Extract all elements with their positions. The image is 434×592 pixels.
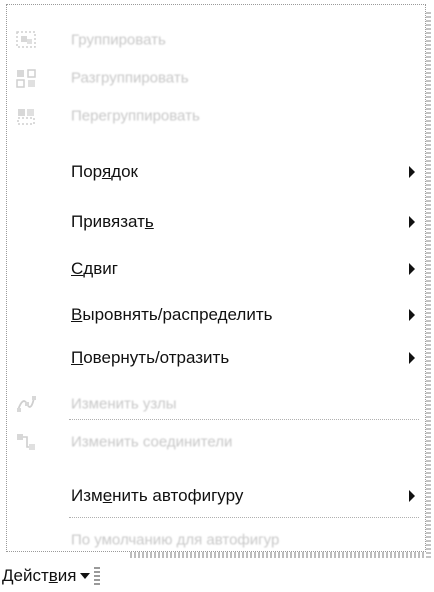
- menu-item-label: По умолчанию для автофигур: [71, 531, 280, 549]
- menu-item-reroute-connectors: Изменить соединители: [7, 423, 425, 461]
- submenu-arrow-icon: [409, 490, 415, 502]
- menu-item-group: Группировать: [7, 21, 425, 59]
- menu-item-label: Группировать: [71, 31, 166, 49]
- access-key: ь: [144, 212, 154, 231]
- label-part: нить автофигуру: [112, 486, 244, 505]
- menu-item-label: Перегруппировать: [71, 107, 200, 125]
- menu-item-label: Выровнять/распределить: [71, 305, 272, 325]
- menu-separator: [69, 517, 419, 518]
- actions-menu: Группировать Разгруппировать Перегруппир…: [6, 4, 426, 552]
- access-key: е: [102, 486, 113, 505]
- actions-button-label: Действия: [2, 566, 76, 586]
- menu-item-edit-points: Изменить узлы: [7, 385, 425, 423]
- submenu-arrow-icon: [409, 352, 415, 364]
- menu-item-label: Порядок: [71, 162, 138, 182]
- group-icon: [15, 29, 37, 51]
- menu-item-change-autoshape[interactable]: Изменить автофигуру: [7, 477, 425, 515]
- menu-item-label: Изменить соединители: [71, 433, 233, 451]
- toolbar-grip-icon[interactable]: [94, 567, 101, 585]
- dropdown-arrow-icon: [80, 573, 91, 579]
- menu-item-regroup: Перегруппировать: [7, 97, 425, 135]
- menu-item-label: Изменить узлы: [71, 395, 177, 413]
- regroup-icon: [15, 105, 37, 127]
- menu-shadow: [130, 552, 426, 558]
- label-part: овернуть/отразить: [83, 348, 230, 367]
- menu-item-order[interactable]: Порядок: [7, 153, 425, 191]
- menu-shadow: [426, 12, 431, 558]
- menu-item-label: Повернуть/отразить: [71, 348, 229, 368]
- menu-item-align-distribute[interactable]: Выровнять/распределить: [7, 296, 425, 334]
- access-key: П: [71, 348, 84, 367]
- menu-item-snap[interactable]: Привязать: [7, 203, 425, 241]
- submenu-arrow-icon: [409, 309, 415, 321]
- menu-item-label: Изменить автофигуру: [71, 486, 243, 506]
- access-key: я: [101, 162, 112, 181]
- label-part: Дейст: [2, 566, 49, 585]
- menu-item-label: Сдвиг: [71, 259, 118, 279]
- access-key: В: [71, 305, 83, 324]
- edit-points-icon: [15, 393, 37, 415]
- menu-item-ungroup: Разгруппировать: [7, 59, 425, 97]
- reroute-connectors-icon: [15, 431, 37, 453]
- menu-item-label: Привязать: [71, 212, 154, 232]
- label-part: док: [111, 162, 138, 181]
- submenu-arrow-icon: [409, 263, 415, 275]
- submenu-arrow-icon: [409, 166, 415, 178]
- access-key: в: [48, 566, 58, 585]
- label-part: Изм: [71, 486, 103, 505]
- menu-item-label: Разгруппировать: [71, 69, 189, 87]
- menu-item-rotate-flip[interactable]: Повернуть/отразить: [7, 339, 425, 377]
- submenu-arrow-icon: [409, 216, 415, 228]
- menu-item-nudge[interactable]: Сдвиг: [7, 250, 425, 288]
- label-part: Пор: [71, 162, 102, 181]
- label-part: ия: [57, 566, 77, 585]
- label-part: двиг: [83, 259, 118, 278]
- label-part: ыровнять/распределить: [82, 305, 273, 324]
- ungroup-icon: [15, 67, 37, 89]
- access-key: С: [71, 259, 84, 278]
- label-part: Привязат: [71, 212, 145, 231]
- menu-separator: [69, 419, 419, 420]
- actions-menu-button[interactable]: Действия: [2, 564, 101, 588]
